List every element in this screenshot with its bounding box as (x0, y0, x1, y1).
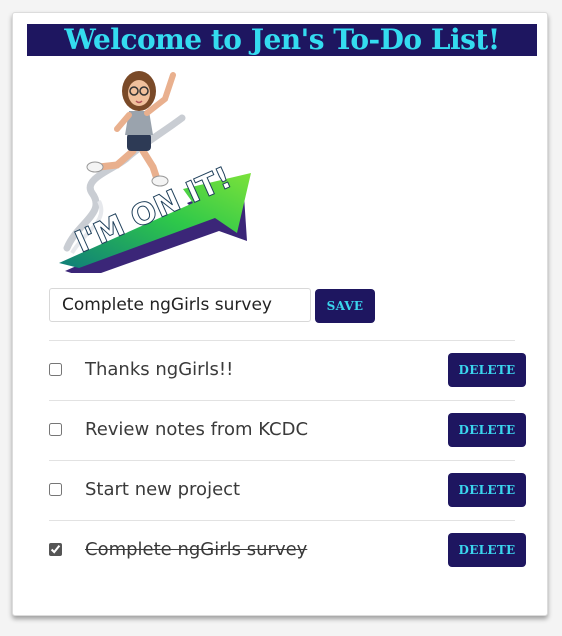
hero-image: I'M ON IT! (47, 63, 277, 278)
todo-checkbox[interactable] (49, 363, 62, 376)
delete-button[interactable]: DELETE (448, 413, 526, 447)
todo-checkbox[interactable] (49, 483, 62, 496)
todo-checkbox[interactable] (49, 543, 62, 556)
todo-checkbox[interactable] (49, 423, 62, 436)
todo-row: Complete ngGirls survey DELETE (49, 520, 526, 580)
todo-text: Review notes from KCDC (85, 419, 309, 440)
todo-card: Welcome to Jen's To-Do List! I'M ON IT! (12, 12, 548, 616)
todo-row: Start new project DELETE (49, 460, 526, 520)
save-button[interactable]: SAVE (315, 289, 375, 323)
delete-button[interactable]: DELETE (448, 533, 526, 567)
todo-list: Thanks ngGirls!! DELETE Review notes fro… (49, 340, 526, 580)
todo-row: Review notes from KCDC DELETE (49, 400, 526, 460)
new-todo-input[interactable] (49, 288, 311, 322)
todo-text: Thanks ngGirls!! (85, 359, 234, 380)
todo-row: Thanks ngGirls!! DELETE (49, 340, 526, 400)
delete-button[interactable]: DELETE (448, 473, 526, 507)
todo-text: Start new project (85, 479, 241, 500)
bitmoji-im-on-it-image: I'M ON IT! (59, 71, 251, 278)
delete-button[interactable]: DELETE (448, 353, 526, 387)
page-title: Welcome to Jen's To-Do List! (27, 24, 537, 56)
todo-text: Complete ngGirls survey (85, 539, 308, 560)
